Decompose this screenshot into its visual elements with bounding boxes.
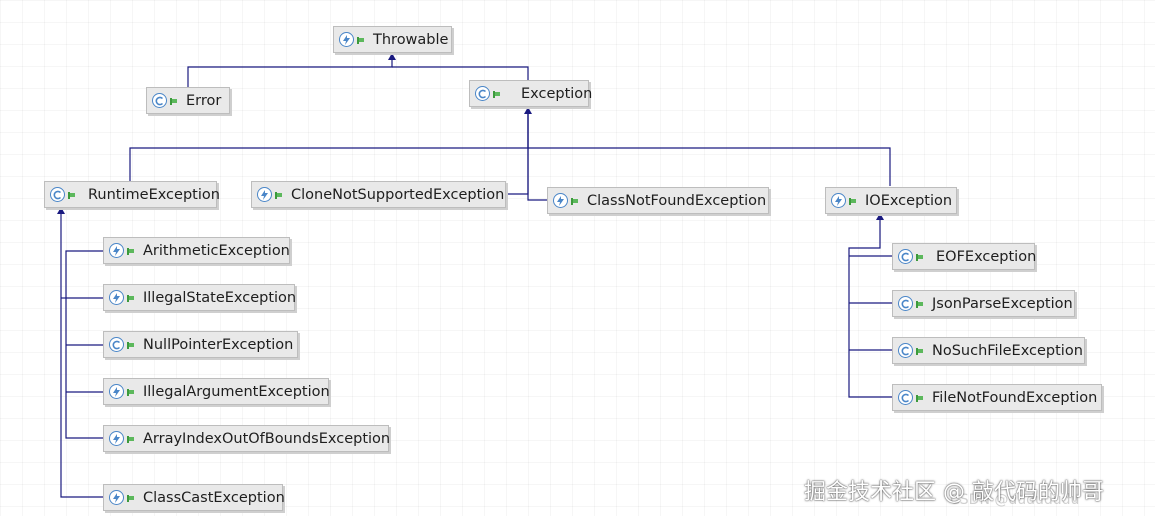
pin-icon bbox=[916, 347, 924, 355]
edge-runtime-exception bbox=[129, 108, 529, 181]
node-array-index[interactable]: ArrayIndexOutOfBoundsException bbox=[103, 425, 391, 452]
diagram-canvas: Throwable Error Exception RuntimeExcepti… bbox=[0, 0, 1155, 516]
edge-exception-throwable bbox=[392, 66, 529, 80]
pin-icon bbox=[127, 247, 135, 255]
pin-icon bbox=[916, 300, 924, 308]
abstract-class-icon bbox=[553, 193, 568, 208]
pin-icon bbox=[916, 253, 924, 261]
abstract-class-icon bbox=[831, 193, 846, 208]
pin-icon bbox=[127, 388, 135, 396]
node-clone-not-supported[interactable]: CloneNotSupportedException bbox=[251, 181, 506, 208]
node-class-cast[interactable]: ClassCastException bbox=[103, 484, 285, 511]
node-label: IllegalArgumentException bbox=[143, 383, 330, 400]
node-label: ClassCastException bbox=[143, 489, 285, 506]
node-label: ArrayIndexOutOfBoundsException bbox=[143, 430, 391, 447]
node-label: FileNotFoundException bbox=[932, 389, 1098, 406]
edge-error-throwable bbox=[187, 54, 393, 88]
node-file-not-found[interactable]: FileNotFoundException bbox=[892, 384, 1102, 411]
node-label: CloneNotSupportedException bbox=[291, 186, 505, 203]
node-label: Exception bbox=[521, 85, 593, 102]
edge-io-children bbox=[848, 214, 893, 398]
edge-ioexception-exception bbox=[528, 147, 891, 186]
class-icon bbox=[475, 86, 490, 101]
class-icon bbox=[152, 93, 167, 108]
abstract-class-icon bbox=[109, 290, 124, 305]
node-arithmetic[interactable]: ArithmeticException bbox=[103, 237, 290, 264]
pin-icon bbox=[849, 197, 857, 205]
class-icon bbox=[898, 390, 913, 405]
node-json-parse[interactable]: JsonParseException bbox=[892, 290, 1075, 317]
node-no-such-file[interactable]: NoSuchFileException bbox=[892, 337, 1085, 364]
node-label: EOFException bbox=[936, 248, 1037, 265]
pin-icon bbox=[127, 341, 135, 349]
pin-icon bbox=[68, 191, 76, 199]
class-icon bbox=[898, 296, 913, 311]
node-label: NullPointerException bbox=[143, 336, 294, 353]
class-icon bbox=[898, 343, 913, 358]
watermark: 掘金技术社区 @ 敲代码的帅哥 bbox=[804, 480, 1104, 505]
pin-icon bbox=[127, 494, 135, 502]
node-label: ClassNotFoundException bbox=[587, 192, 767, 209]
node-label: RuntimeException bbox=[88, 186, 220, 203]
node-class-not-found[interactable]: ClassNotFoundException bbox=[547, 187, 769, 214]
node-illegal-argument[interactable]: IllegalArgumentException bbox=[103, 378, 330, 405]
node-label: Throwable bbox=[373, 31, 449, 48]
node-null-pointer[interactable]: NullPointerException bbox=[103, 331, 298, 358]
pin-icon bbox=[170, 97, 178, 105]
abstract-class-icon bbox=[339, 32, 354, 47]
class-icon bbox=[109, 337, 124, 352]
pin-icon bbox=[916, 394, 924, 402]
abstract-class-icon bbox=[109, 384, 124, 399]
node-exception[interactable]: Exception bbox=[469, 80, 593, 107]
arrowhead-ioexception bbox=[876, 213, 884, 220]
node-label: ArithmeticException bbox=[143, 242, 290, 259]
edge-clone-exception bbox=[506, 108, 529, 195]
node-eof[interactable]: EOFException bbox=[892, 243, 1037, 270]
pin-icon bbox=[357, 36, 365, 44]
abstract-class-icon bbox=[109, 243, 124, 258]
node-runtime-exception[interactable]: RuntimeException bbox=[44, 181, 220, 208]
arrowhead-exception bbox=[524, 107, 532, 114]
arrowhead-throwable bbox=[388, 53, 396, 60]
node-label: JsonParseException bbox=[932, 295, 1073, 312]
class-icon bbox=[50, 187, 65, 202]
node-label: Error bbox=[186, 92, 222, 109]
node-illegal-state[interactable]: IllegalStateException bbox=[103, 284, 297, 311]
pin-icon bbox=[127, 294, 135, 302]
abstract-class-icon bbox=[257, 187, 272, 202]
pin-icon bbox=[493, 90, 501, 98]
pin-icon bbox=[275, 191, 283, 199]
node-label: IllegalStateException bbox=[143, 289, 297, 306]
node-label: IOException bbox=[865, 192, 953, 209]
pin-icon bbox=[127, 435, 135, 443]
node-io-exception[interactable]: IOException bbox=[825, 187, 957, 214]
node-error[interactable]: Error bbox=[146, 87, 230, 114]
abstract-class-icon bbox=[109, 490, 124, 505]
node-label: NoSuchFileException bbox=[932, 342, 1083, 359]
pin-icon bbox=[571, 197, 579, 205]
class-icon bbox=[898, 249, 913, 264]
node-throwable[interactable]: Throwable bbox=[333, 26, 452, 53]
arrowhead-runtime bbox=[57, 207, 65, 214]
abstract-class-icon bbox=[109, 431, 124, 446]
edge-classnotfound-exception bbox=[527, 108, 548, 201]
